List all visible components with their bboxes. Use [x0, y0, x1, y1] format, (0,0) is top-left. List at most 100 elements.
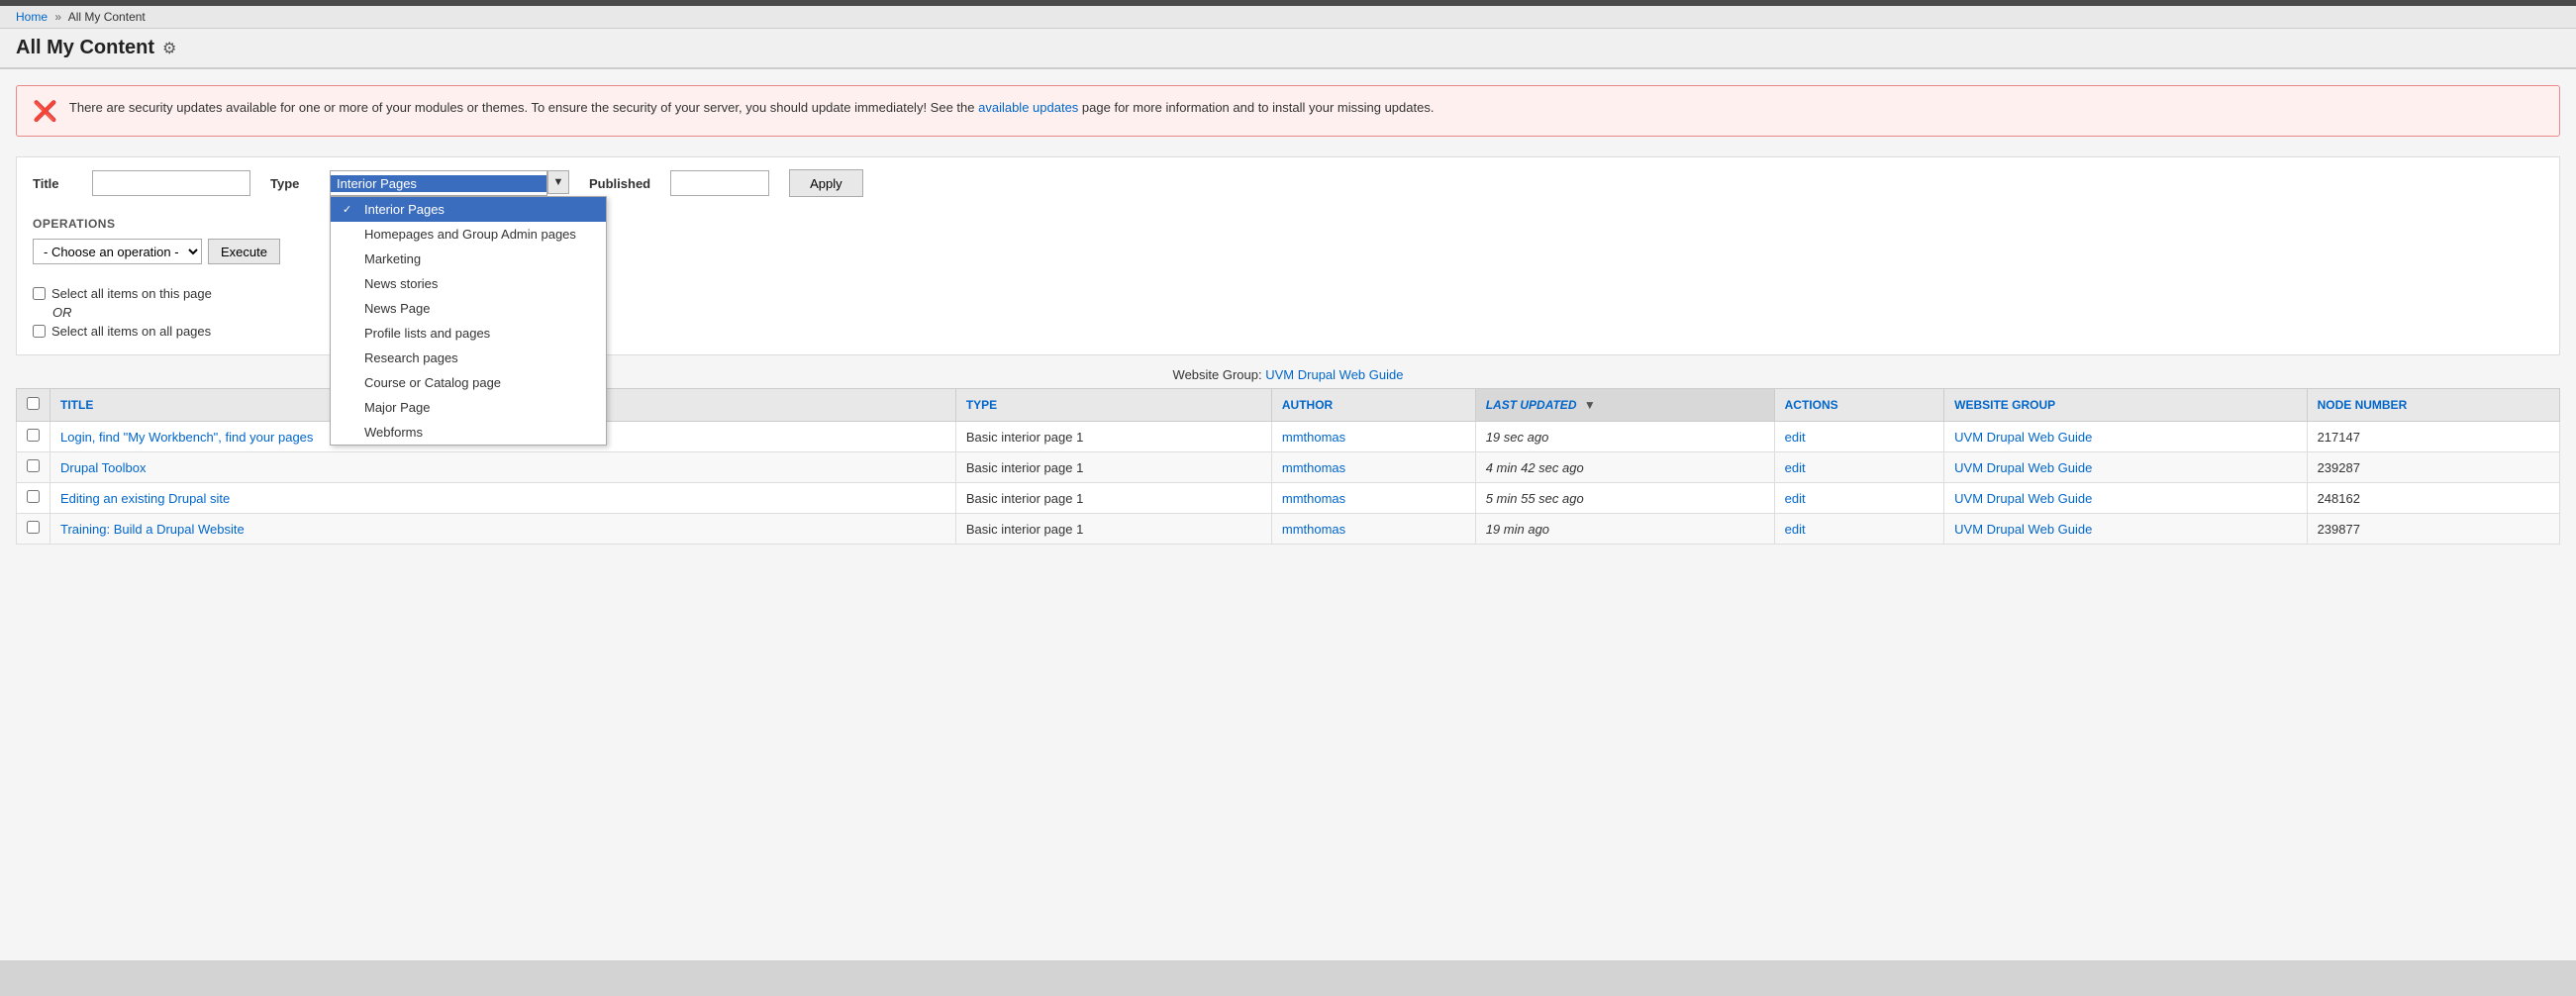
type-dropdown-menu: ✓ Interior Pages Homepages and Group Adm… [330, 196, 607, 446]
breadcrumb-current: All My Content [68, 10, 146, 24]
row-checkbox[interactable] [27, 429, 40, 442]
select-all-this-page-label: Select all items on this page [51, 286, 212, 301]
row-actions-cell: edit [1774, 422, 1944, 452]
row-node-cell: 239287 [2307, 452, 2559, 483]
row-title-cell: Training: Build a Drupal Website [50, 514, 956, 545]
breadcrumb-separator: » [54, 10, 61, 24]
dropdown-item-profile-lists[interactable]: Profile lists and pages [331, 321, 606, 346]
th-checkbox [17, 389, 50, 422]
type-dropdown-arrow[interactable]: ▼ [547, 170, 569, 194]
settings-icon[interactable]: ⚙ [162, 39, 176, 58]
th-last-updated[interactable]: LAST UPDATED ▼ [1475, 389, 1774, 422]
page-title-bar: All My Content ⚙ [0, 29, 2576, 69]
th-author[interactable]: AUTHOR [1271, 389, 1475, 422]
row-title-link[interactable]: Login, find "My Workbench", find your pa… [60, 430, 313, 445]
type-dropdown-container: Interior Pages ▼ ✓ Interior Pages Homepa… [330, 170, 569, 196]
main-content: ❌ There are security updates available f… [0, 69, 2576, 960]
th-last-updated-label: LAST UPDATED [1486, 398, 1577, 412]
row-title-link[interactable]: Training: Build a Drupal Website [60, 522, 245, 537]
dropdown-item-news-page[interactable]: News Page [331, 296, 606, 321]
checkmark-icon: ✓ [343, 203, 356, 216]
row-checkbox-cell [17, 514, 50, 545]
alert-box: ❌ There are security updates available f… [16, 85, 2560, 137]
row-group-link[interactable]: UVM Drupal Web Guide [1954, 522, 2092, 537]
row-edit-link[interactable]: edit [1785, 491, 1806, 506]
row-node-cell: 248162 [2307, 483, 2559, 514]
title-filter-label: Title [33, 176, 72, 191]
filter-row: Title Type Interior Pages ▼ ✓ Interior P… [33, 169, 2543, 197]
filter-section: Title Type Interior Pages ▼ ✓ Interior P… [16, 156, 2560, 355]
dropdown-item-major-page[interactable]: Major Page [331, 395, 606, 420]
table-row: Training: Build a Drupal Website Basic i… [17, 514, 2560, 545]
row-edit-link[interactable]: edit [1785, 522, 1806, 537]
row-type-cell: Basic interior page 1 [955, 452, 1271, 483]
select-all-header-checkbox[interactable] [27, 397, 40, 410]
breadcrumb: Home » All My Content [0, 6, 2576, 29]
alert-link[interactable]: available updates [978, 100, 1078, 115]
alert-text: There are security updates available for… [69, 98, 1435, 118]
row-author-cell: mmthomas [1271, 483, 1475, 514]
dropdown-item-course-catalog[interactable]: Course or Catalog page [331, 370, 606, 395]
row-actions-cell: edit [1774, 483, 1944, 514]
select-all-all-pages-checkbox[interactable] [33, 325, 46, 338]
row-group-link[interactable]: UVM Drupal Web Guide [1954, 491, 2092, 506]
table-row: Drupal Toolbox Basic interior page 1 mmt… [17, 452, 2560, 483]
row-author-cell: mmthomas [1271, 452, 1475, 483]
row-title-link[interactable]: Editing an existing Drupal site [60, 491, 230, 506]
row-checkbox[interactable] [27, 459, 40, 472]
website-group-link[interactable]: UVM Drupal Web Guide [1265, 367, 1403, 382]
row-checkbox[interactable] [27, 490, 40, 503]
row-edit-link[interactable]: edit [1785, 460, 1806, 475]
website-group-text: Website Group: [1173, 367, 1262, 382]
row-node-cell: 239877 [2307, 514, 2559, 545]
dropdown-label: News stories [364, 276, 438, 291]
th-actions[interactable]: ACTIONS [1774, 389, 1944, 422]
operations-select[interactable]: - Choose an operation - - Choose an oper… [33, 239, 202, 264]
dropdown-item-webforms[interactable]: Webforms [331, 420, 606, 445]
row-author-cell: mmthomas [1271, 422, 1475, 452]
row-updated-cell: 19 min ago [1475, 514, 1774, 545]
select-all-all-pages-label: Select all items on all pages [51, 324, 211, 339]
type-selected-item: Interior Pages [331, 175, 546, 192]
row-node-cell: 217147 [2307, 422, 2559, 452]
dropdown-item-homepages[interactable]: Homepages and Group Admin pages [331, 222, 606, 247]
th-title-label: TITLE [60, 398, 93, 412]
row-edit-link[interactable]: edit [1785, 430, 1806, 445]
row-author-link[interactable]: mmthomas [1282, 522, 1345, 537]
row-type-cell: Basic interior page 1 [955, 422, 1271, 452]
title-filter-input[interactable] [92, 170, 250, 196]
th-type[interactable]: TYPE [955, 389, 1271, 422]
dropdown-item-marketing[interactable]: Marketing [331, 247, 606, 271]
dropdown-item-interior-pages[interactable]: ✓ Interior Pages [331, 197, 606, 222]
table-row: Editing an existing Drupal site Basic in… [17, 483, 2560, 514]
th-node-number[interactable]: NODE NUMBER [2307, 389, 2559, 422]
execute-button[interactable]: Execute [208, 239, 280, 264]
row-group-link[interactable]: UVM Drupal Web Guide [1954, 430, 2092, 445]
th-type-label: TYPE [966, 398, 997, 412]
th-node-number-label: NODE NUMBER [2318, 398, 2408, 412]
row-checkbox-cell [17, 483, 50, 514]
apply-button[interactable]: Apply [789, 169, 863, 197]
row-title-link[interactable]: Drupal Toolbox [60, 460, 146, 475]
breadcrumb-home[interactable]: Home [16, 10, 48, 24]
published-filter-input[interactable] [670, 170, 769, 196]
row-updated-cell: 5 min 55 sec ago [1475, 483, 1774, 514]
row-author-link[interactable]: mmthomas [1282, 491, 1345, 506]
dropdown-item-news-stories[interactable]: News stories [331, 271, 606, 296]
type-select-display[interactable]: Interior Pages [330, 170, 547, 196]
row-checkbox[interactable] [27, 521, 40, 534]
row-author-link[interactable]: mmthomas [1282, 460, 1345, 475]
row-actions-cell: edit [1774, 452, 1944, 483]
row-group-cell: UVM Drupal Web Guide [1944, 483, 2307, 514]
row-author-link[interactable]: mmthomas [1282, 430, 1345, 445]
row-group-link[interactable]: UVM Drupal Web Guide [1954, 460, 2092, 475]
dropdown-item-research[interactable]: Research pages [331, 346, 606, 370]
row-checkbox-cell [17, 452, 50, 483]
select-all-this-page-checkbox[interactable] [33, 287, 46, 300]
row-title-cell: Editing an existing Drupal site [50, 483, 956, 514]
type-filter-label: Type [270, 176, 310, 191]
th-actions-label: ACTIONS [1785, 398, 1838, 412]
page-title: All My Content [16, 37, 154, 59]
alert-message-end: page for more information and to install… [1078, 100, 1434, 115]
th-website-group[interactable]: WEBSITE GROUP [1944, 389, 2307, 422]
